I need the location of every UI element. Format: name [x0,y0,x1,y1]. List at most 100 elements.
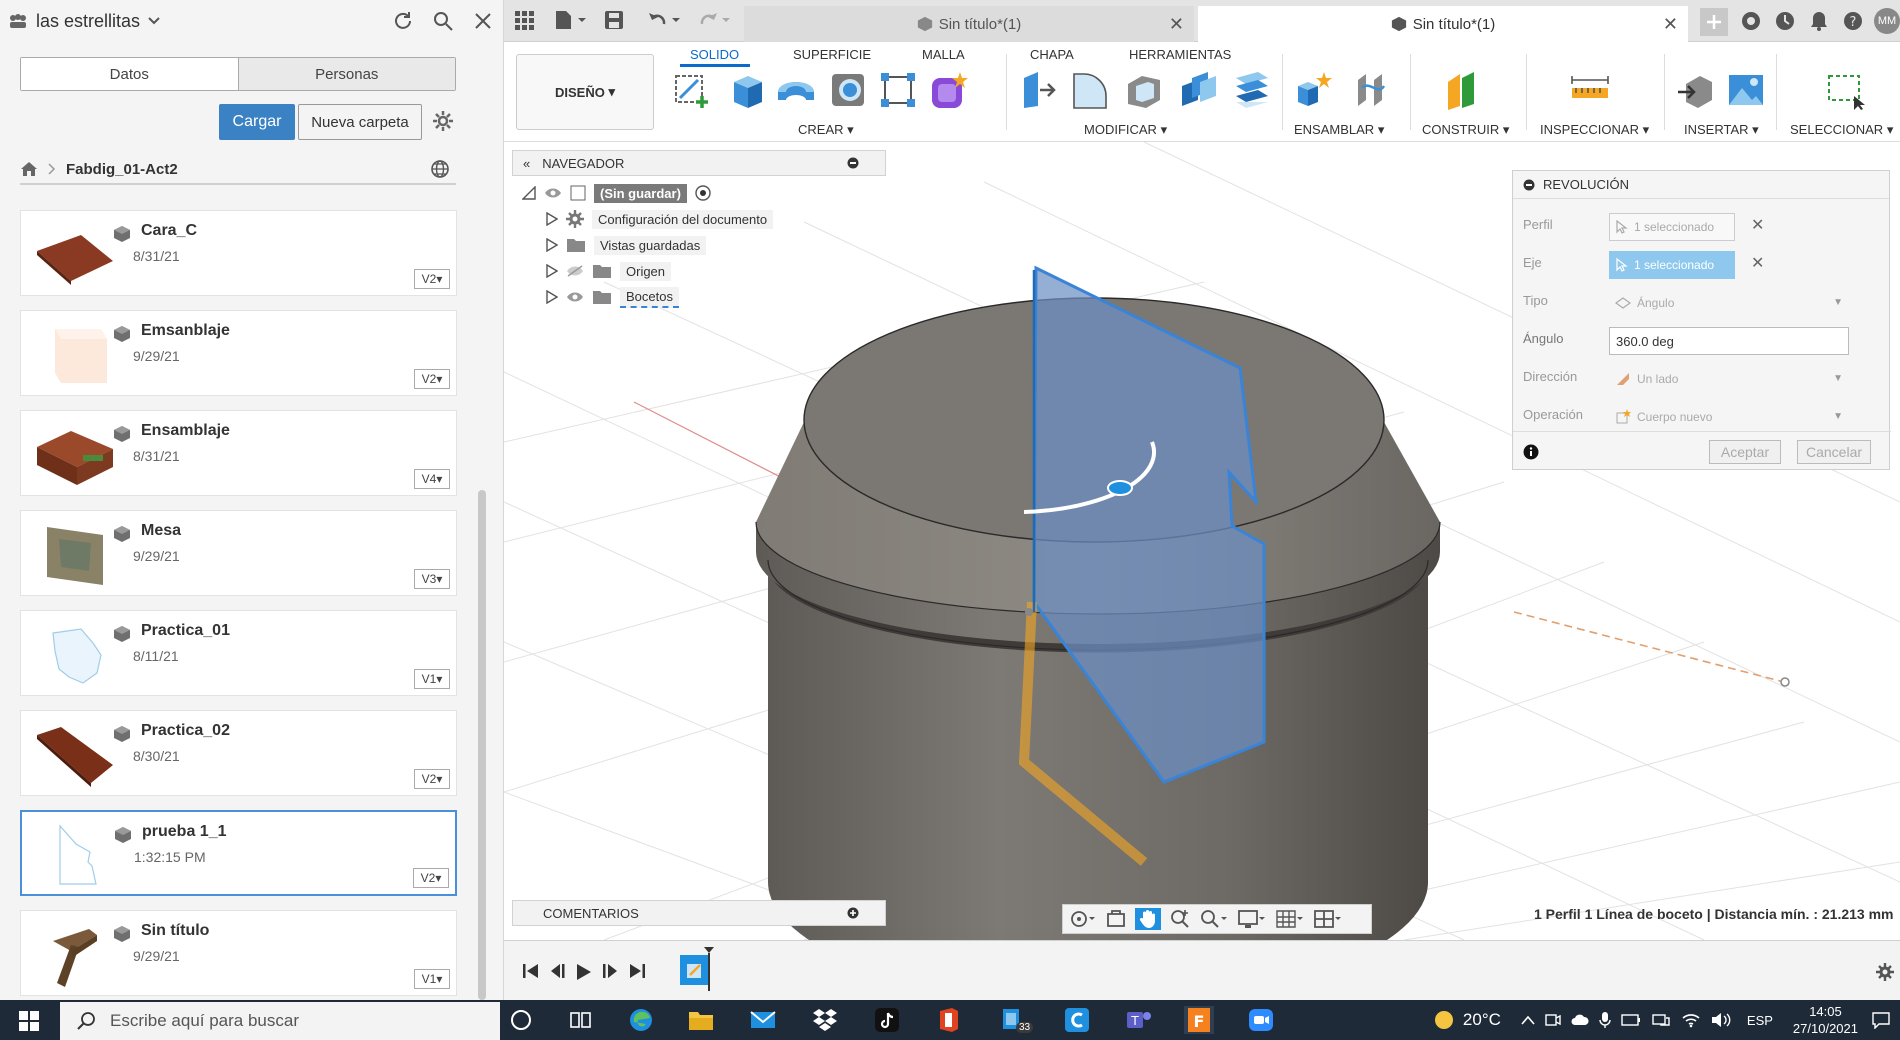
hidden-eye-icon[interactable] [566,265,584,277]
battery-icon[interactable] [1621,1013,1641,1027]
redo-icon[interactable] [698,10,734,30]
pan-hand-icon[interactable] [1135,908,1161,930]
rectangular-pattern-icon[interactable] [878,70,918,110]
job-status-icon[interactable] [1774,10,1796,32]
refresh-icon[interactable] [392,10,414,32]
axis-selector[interactable]: 1 seleccionado [1609,251,1735,279]
clear-profile-icon[interactable]: ✕ [1751,215,1764,235]
form-icon[interactable] [928,70,968,110]
notifications-icon[interactable] [1808,10,1830,32]
display-settings-icon[interactable] [1237,908,1267,930]
tiktok-icon[interactable] [872,1006,902,1034]
cortana-icon[interactable] [506,1006,536,1034]
microphone-icon[interactable] [1599,1011,1611,1029]
insert-image-icon[interactable] [1726,70,1766,110]
add-comment-icon[interactable] [847,907,859,919]
document-tab-active[interactable]: Sin título*(1) ✕ [1198,6,1688,42]
office-icon[interactable] [934,1006,964,1034]
file-menu-icon[interactable] [554,10,588,30]
project-name[interactable]: Fabdig_01-Act2 [66,161,178,178]
shell-icon[interactable] [1124,70,1164,110]
expand-triangle-icon[interactable] [546,238,558,252]
cloud-icon[interactable] [1571,1013,1589,1027]
volume-icon[interactable] [1711,1012,1731,1028]
chevron-up-icon[interactable] [1521,1015,1535,1025]
collapse-triangle-icon[interactable] [522,186,536,200]
gear-icon[interactable] [432,110,454,132]
new-tab-plus-icon[interactable] [1700,8,1728,36]
type-dropdown[interactable]: Ángulo ▼ [1609,289,1849,317]
sweep-icon[interactable] [828,70,868,110]
fusion-360-icon[interactable]: F [1184,1006,1214,1034]
windows-start-icon[interactable] [18,1010,40,1032]
group-crear[interactable]: CREAR ▾ [798,122,854,138]
file-explorer-icon[interactable] [686,1006,716,1034]
group-modificar[interactable]: MODIFICAR ▾ [1084,122,1167,138]
timeline-settings-icon[interactable] [1876,963,1894,981]
network-icon[interactable] [1651,1013,1671,1027]
version-badge[interactable]: V4 ▾ [414,469,450,489]
file-card[interactable]: Mesa 9/29/21 V3 ▾ [20,510,457,596]
undo-icon[interactable] [648,10,684,30]
fit-zoom-icon[interactable] [1199,908,1229,930]
step-forward-icon[interactable] [602,963,620,979]
combine-icon[interactable] [1178,70,1218,110]
task-view-icon[interactable] [566,1006,596,1034]
close-icon[interactable] [472,10,494,32]
new-folder-button[interactable]: Nueva carpeta [298,104,422,140]
visibility-eye-icon[interactable] [566,291,584,303]
version-badge[interactable]: V1 ▾ [414,669,450,689]
file-card[interactable]: Cara_C 8/31/21 V2 ▾ [20,210,457,296]
insert-derive-icon[interactable] [1676,70,1716,110]
select-window-icon[interactable] [1826,70,1866,110]
file-card[interactable]: Emsanblaje 9/29/21 V2 ▾ [20,310,457,396]
save-icon[interactable] [604,10,624,30]
workspace-switcher[interactable]: DISEÑO ▾ [516,54,654,130]
file-card[interactable]: Practica_01 8/11/21 V1 ▾ [20,610,457,696]
go-to-end-icon[interactable] [628,963,646,979]
version-badge[interactable]: V2 ▾ [413,868,449,888]
teams-icon[interactable]: T [1124,1006,1154,1034]
group-inspeccionar[interactable]: INSPECCIONAR ▾ [1540,122,1649,138]
team-icon[interactable] [8,13,28,29]
group-seleccionar[interactable]: SELECCIONAR ▾ [1790,122,1893,138]
data-panel-grid-icon[interactable] [514,10,534,30]
step-back-icon[interactable] [548,963,566,979]
user-avatar[interactable]: MM [1874,8,1900,34]
browser-item-origin[interactable]: Origen [546,258,672,284]
orbit-icon[interactable] [1069,908,1097,930]
search-icon[interactable] [432,10,454,32]
angle-input[interactable]: 360.0 deg [1609,327,1849,355]
tab-superficie[interactable]: SUPERFICIE [793,47,871,62]
look-at-icon[interactable] [1105,908,1127,930]
team-name[interactable]: las estrellitas [36,11,140,32]
activate-radio-icon[interactable] [695,185,711,201]
weather-sun-icon[interactable] [1433,1009,1455,1031]
angle-manipulator-handle[interactable] [1107,480,1133,496]
browser-root[interactable]: (Sin guardar) [522,180,711,206]
version-badge[interactable]: V2 ▾ [414,269,450,289]
offset-plane-icon[interactable] [1442,70,1482,110]
upload-button[interactable]: Cargar [219,104,295,140]
clock[interactable]: 14:05 27/10/2021 [1793,1003,1858,1037]
tab-datos[interactable]: Datos [21,58,238,90]
version-badge[interactable]: V1 ▾ [414,969,450,989]
extrude-icon[interactable] [726,70,766,110]
group-insertar[interactable]: INSERTAR ▾ [1684,122,1759,138]
clear-axis-icon[interactable]: ✕ [1751,253,1764,273]
info-icon[interactable] [1523,444,1539,460]
fillet-icon[interactable] [1070,70,1110,110]
dialog-header[interactable]: REVOLUCIÓN [1513,171,1889,199]
document-tab[interactable]: Sin título*(1) ✕ [744,6,1194,42]
cancel-button[interactable]: Cancelar [1797,440,1871,464]
collapse-left-icon[interactable]: « [523,156,530,171]
file-card[interactable]: Sin título 9/29/21 V1 ▾ [20,910,457,996]
comments-bar[interactable]: COMENTARIOS [512,900,886,926]
temperature[interactable]: 20°C [1463,1010,1501,1030]
direction-dropdown[interactable]: Un lado ▼ [1609,365,1849,393]
press-pull-icon[interactable] [1018,70,1058,110]
offset-face-icon[interactable] [1232,70,1272,110]
version-badge[interactable]: V3 ▾ [414,569,450,589]
extensions-icon[interactable] [1740,10,1762,32]
home-icon[interactable] [20,161,38,177]
